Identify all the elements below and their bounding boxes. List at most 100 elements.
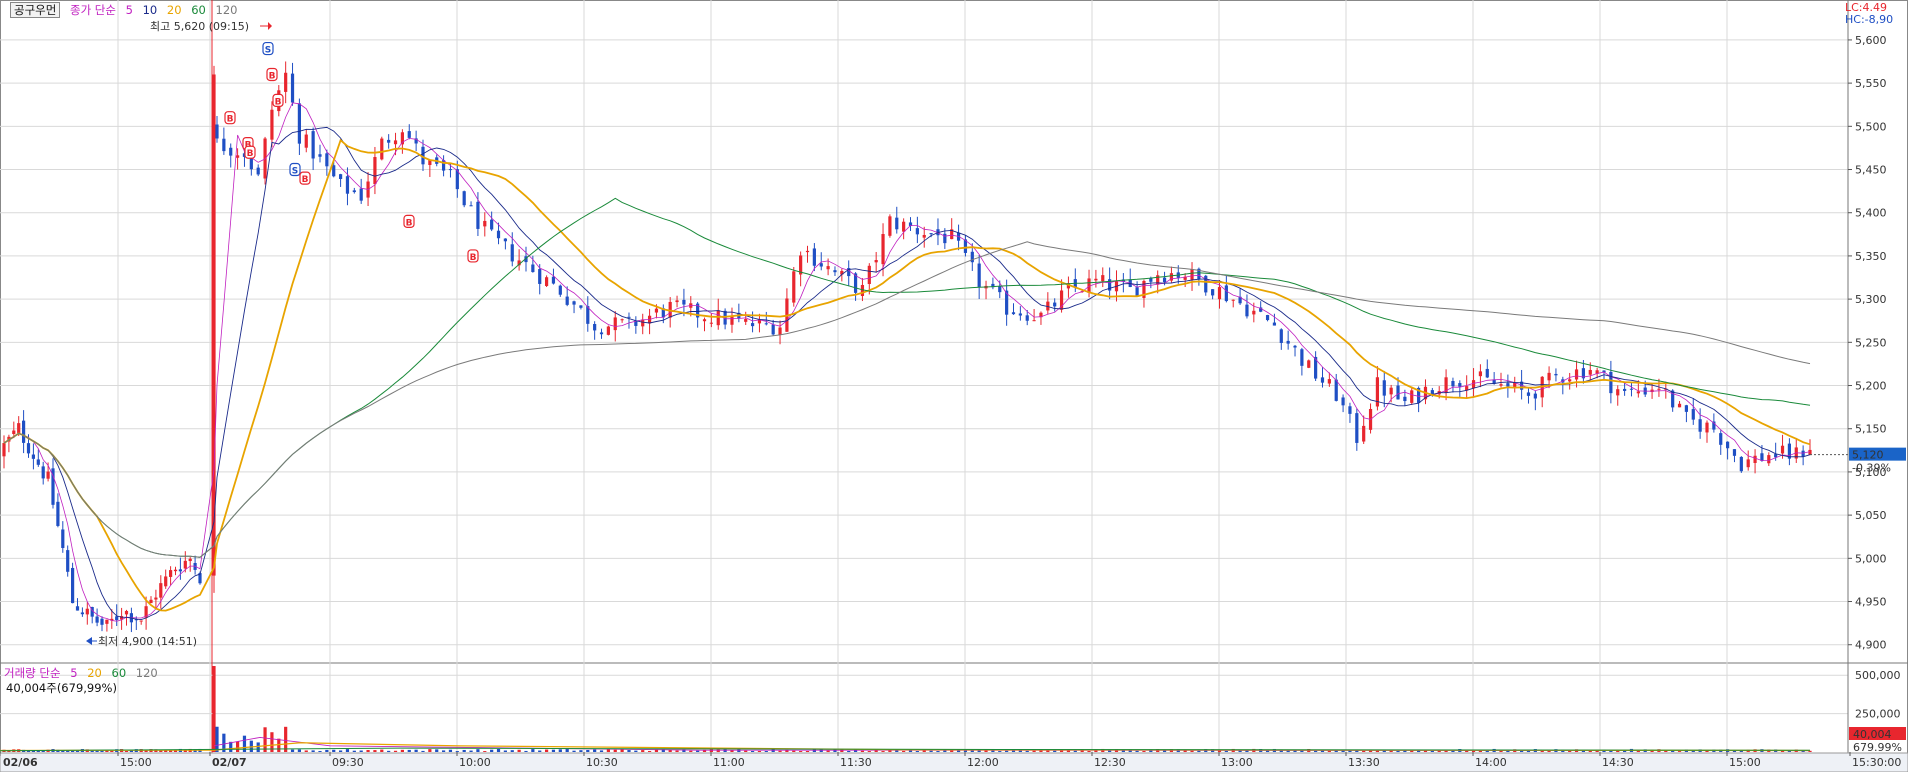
stock-chart: BBBSBBSBBB 5,6005,5505,5005,4505,4005,35… xyxy=(0,0,1908,772)
buy-signal-marker: B xyxy=(403,214,415,228)
candle-body xyxy=(1053,302,1057,307)
candle-body xyxy=(1705,422,1709,433)
volume-bar xyxy=(297,749,301,752)
candle-body xyxy=(1629,388,1634,390)
volume-bar xyxy=(544,749,549,752)
volume-bar xyxy=(757,750,762,752)
candle-body xyxy=(256,167,260,175)
candle-body xyxy=(46,471,50,479)
candle-body xyxy=(188,558,192,562)
candle-body xyxy=(1101,275,1105,282)
x-tick-label: 11:00 xyxy=(713,756,745,769)
hc-label: HC:-8,90 xyxy=(1845,13,1894,26)
candle-body xyxy=(654,308,659,313)
sell-signal-marker: S xyxy=(262,41,274,56)
candle-body xyxy=(544,277,549,286)
x-tick-label: 09:30 xyxy=(332,756,364,769)
y-tick-label: 4,900 xyxy=(1855,639,1887,652)
volume-bar xyxy=(613,749,617,752)
y-tick-label: 5,600 xyxy=(1855,34,1887,47)
volume-bar xyxy=(936,751,940,752)
legend-ma5: 5 xyxy=(125,3,133,17)
legend-ma10: 10 xyxy=(142,3,158,17)
candle-body xyxy=(929,233,933,235)
volume-bar xyxy=(345,749,350,752)
candle-body xyxy=(1224,285,1228,302)
signal-letter: B xyxy=(247,149,254,159)
high-arrow-head xyxy=(268,22,272,30)
volume-bar xyxy=(428,749,432,752)
candle-body xyxy=(1554,373,1558,376)
volume-bar xyxy=(1053,750,1057,752)
candle-body xyxy=(1231,299,1235,301)
volume-bar xyxy=(503,750,507,752)
candle-body xyxy=(1300,349,1304,366)
candle-body xyxy=(1334,379,1338,401)
volume-bar xyxy=(606,749,610,752)
volume-bar xyxy=(826,750,830,752)
signal-letter: B xyxy=(269,71,276,81)
candle-body xyxy=(998,286,1002,293)
candle-body xyxy=(1568,379,1572,382)
candle-body xyxy=(1403,396,1407,402)
volume-bar xyxy=(675,750,679,752)
volume-bar xyxy=(1588,750,1592,752)
ma60-line xyxy=(3,197,1811,558)
y-tick-label: 5,150 xyxy=(1855,423,1887,436)
volume-bar xyxy=(366,750,370,752)
candle-body xyxy=(881,234,885,265)
volume-bar xyxy=(778,750,782,752)
volume-bar xyxy=(304,750,308,752)
candle-body xyxy=(1726,441,1730,449)
volume-bar xyxy=(1025,750,1029,752)
candle-body xyxy=(558,285,562,295)
legend-ma120: 120 xyxy=(215,3,238,17)
symbol-chip[interactable]: 공구우먼 xyxy=(10,2,61,18)
candle-body xyxy=(496,230,501,239)
volume-bar xyxy=(998,751,1002,752)
candle-body xyxy=(977,263,981,288)
volume-bar xyxy=(792,750,796,752)
candle-body xyxy=(31,454,35,459)
volume-bar xyxy=(235,741,240,752)
candle-body xyxy=(149,599,153,604)
candle-body xyxy=(17,423,21,434)
candle-body xyxy=(476,201,480,229)
y-tick-label: 5,400 xyxy=(1855,207,1887,220)
candle-body xyxy=(888,216,892,236)
candle-body xyxy=(1382,380,1386,396)
candle-body xyxy=(483,220,487,227)
volume-bar xyxy=(902,750,906,752)
volume-bar xyxy=(558,749,562,752)
volume-bar xyxy=(1677,751,1682,752)
x-tick-label: 12:30 xyxy=(1094,756,1126,769)
candle-body xyxy=(538,269,542,284)
volume-bar xyxy=(1087,750,1091,752)
volume-bar xyxy=(441,750,446,752)
buy-signal-marker: B xyxy=(272,93,284,107)
candle-body xyxy=(620,319,624,321)
candle-body xyxy=(1451,380,1455,387)
candle-body xyxy=(338,174,343,180)
signal-letter: S xyxy=(265,46,271,56)
buy-signal-marker: B xyxy=(244,145,256,159)
volume-bar xyxy=(1190,750,1194,752)
candle-body xyxy=(1636,391,1640,394)
candle-body xyxy=(1623,388,1627,391)
candle-body xyxy=(178,569,182,572)
volume-legend: 거래량 단순 5 20 60 120 xyxy=(4,665,164,681)
signal-letter: B xyxy=(275,97,282,107)
candle-body xyxy=(1698,419,1702,432)
volume-bar xyxy=(1197,750,1201,752)
candle-body xyxy=(503,238,507,242)
volume-bar xyxy=(290,749,295,752)
candle-body xyxy=(1684,405,1689,412)
candle-body xyxy=(139,620,143,622)
candle-body xyxy=(22,420,26,443)
candle-body xyxy=(105,619,109,624)
candle-body xyxy=(1478,371,1483,377)
y-tick-label: 5,200 xyxy=(1855,380,1887,393)
current-price-label: 5,120 xyxy=(1852,449,1884,462)
y-tick-label: 5,500 xyxy=(1855,120,1887,133)
volume-bar xyxy=(263,727,267,752)
